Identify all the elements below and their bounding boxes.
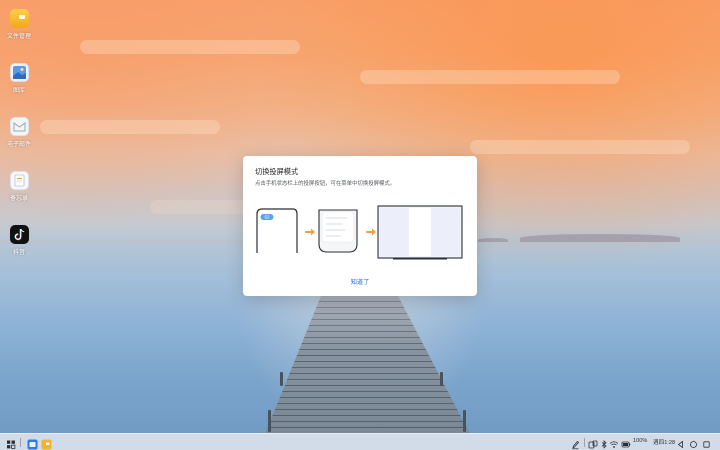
pen-icon[interactable] xyxy=(571,437,580,450)
taskbar-app-blue[interactable] xyxy=(27,437,38,450)
status-badge: 52 xyxy=(264,215,270,220)
notes-icon xyxy=(9,171,29,190)
monitor-illustration xyxy=(377,205,463,260)
desktop-icon-notes[interactable]: 备忘录 xyxy=(0,171,38,202)
mountain xyxy=(520,234,680,242)
projection-mode-dialog: 切换投屏模式 点击手机状态栏上的投屏按钮，可在菜单中切换投屏模式。 52 知道了 xyxy=(243,156,477,296)
clock[interactable]: 週四1:28 xyxy=(653,438,675,446)
desktop-icon-label: 备忘录 xyxy=(9,196,28,202)
battery-icon[interactable] xyxy=(621,437,631,448)
wifi-icon[interactable] xyxy=(609,437,619,448)
arrow-right-icon xyxy=(305,228,315,236)
pier-post xyxy=(280,372,283,386)
home-button[interactable] xyxy=(689,437,698,448)
recents-button[interactable] xyxy=(702,437,711,448)
start-menu-button[interactable] xyxy=(6,437,16,449)
cloud xyxy=(80,40,300,54)
desktop-icon-douyin[interactable]: 抖音 xyxy=(0,225,38,256)
mail-icon xyxy=(9,117,29,136)
folder-icon xyxy=(9,9,29,28)
desktop-icon-mail[interactable]: 电子邮件 xyxy=(0,117,38,148)
desktop-icon-label: 电子邮件 xyxy=(6,142,31,148)
gallery-icon xyxy=(9,63,29,82)
cloud xyxy=(470,140,690,154)
douyin-icon xyxy=(9,225,29,244)
pier-post xyxy=(268,410,271,432)
phone-status-bar-illustration xyxy=(256,208,298,253)
device-icon[interactable] xyxy=(588,437,598,449)
projection-illustration: 52 xyxy=(256,205,463,260)
got-it-button[interactable]: 知道了 xyxy=(335,277,385,289)
taskbar-separator xyxy=(20,438,21,447)
desktop-icon-file-manager[interactable]: 文件管理 xyxy=(0,9,38,40)
battery-percentage: 100% xyxy=(633,438,648,444)
back-button[interactable] xyxy=(676,437,685,449)
cloud xyxy=(360,70,620,84)
recents-icon xyxy=(703,441,710,448)
pier-post xyxy=(440,372,443,386)
desktop-icon-gallery[interactable]: 图库 xyxy=(0,63,38,94)
taskbar: 100% 週四1:28 xyxy=(0,433,720,450)
cloud xyxy=(40,120,220,134)
desktop-icon-label: 文件管理 xyxy=(6,34,31,40)
arrow-right-icon xyxy=(366,228,376,236)
blue-app-icon xyxy=(27,439,38,450)
home-icon xyxy=(690,441,697,448)
desktop-icon-label: 图库 xyxy=(12,88,25,94)
bluetooth-icon[interactable] xyxy=(600,437,608,449)
taskbar-separator xyxy=(584,438,585,447)
back-icon xyxy=(677,440,683,449)
start-menu-icon xyxy=(7,440,16,449)
taskbar-app-files[interactable] xyxy=(41,437,52,450)
desktop-icon-label: 抖音 xyxy=(12,250,25,256)
phone-menu-illustration xyxy=(318,209,358,253)
mountain xyxy=(478,238,508,242)
folder-icon xyxy=(41,439,52,450)
pier-post xyxy=(463,410,466,432)
